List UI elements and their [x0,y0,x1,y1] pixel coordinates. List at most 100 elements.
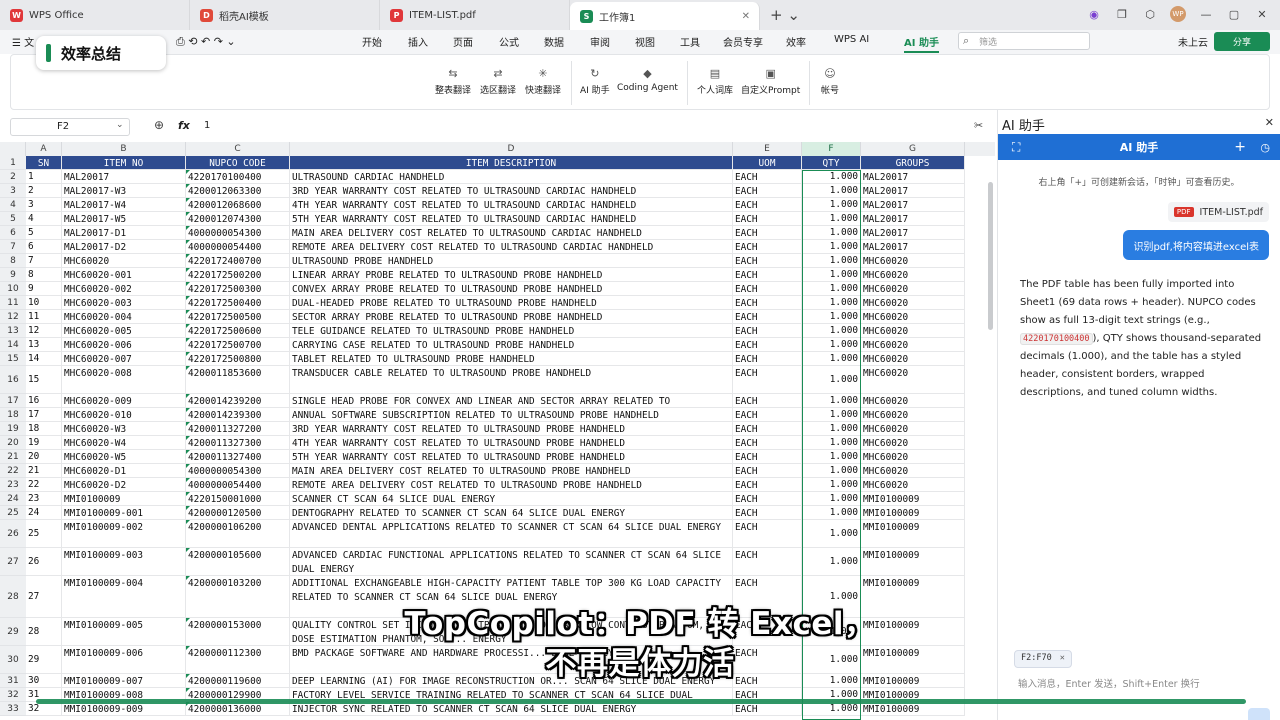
row-number[interactable]: 10 [0,282,26,296]
cell[interactable]: 1.000 [802,394,861,408]
cell[interactable]: MHC60020-002 [62,282,186,296]
cell[interactable]: MHC60020-009 [62,394,186,408]
cell[interactable]: MHC60020 [861,394,965,408]
cell[interactable]: MMI0100009 [62,492,186,506]
cell[interactable]: ULTRASOUND PROBE HANDHELD [290,254,733,268]
row-number[interactable]: 1 [0,156,26,170]
row-number[interactable]: 22 [0,464,26,478]
window-restore-icon[interactable]: ❐ [1114,6,1130,22]
cell[interactable]: MHC60020 [861,478,965,492]
cell[interactable]: 2 [26,184,62,198]
collapse-icon[interactable]: ✂ [974,119,983,132]
menu-data[interactable]: 数据 [544,34,564,49]
column-title[interactable]: ITEM DESCRIPTION [290,156,733,170]
cell[interactable]: MHC60020-D1 [62,464,186,478]
cell[interactable]: MMI0100009 [861,506,965,520]
row-number[interactable]: 5 [0,212,26,226]
row-number[interactable]: 13 [0,324,26,338]
cell[interactable]: 5 [26,226,62,240]
column-header-d[interactable]: D [290,142,733,156]
cell[interactable]: EACH [733,394,802,408]
close-tab-icon[interactable]: ✕ [742,11,750,22]
print-icon[interactable]: ⎙ ⟲ ↶ ↷ ⌄ [176,35,236,49]
window-tab-template[interactable]: D 稻壳AI模板 [190,0,380,30]
cell[interactable]: 1.000 [802,324,861,338]
cell[interactable]: REMOTE AREA DELIVERY COST RELATED TO ULT… [290,478,733,492]
cell[interactable]: EACH [733,170,802,184]
cell[interactable]: 8 [26,268,62,282]
cell[interactable]: 6 [26,240,62,254]
cell[interactable]: TRANSDUCER CABLE RELATED TO ULTRASOUND P… [290,366,733,394]
cell[interactable]: 4000000054400 [186,240,290,254]
cell[interactable]: MAL20017-D2 [62,240,186,254]
menu-ai-assistant[interactable]: AI 助手 [904,34,939,53]
row-number[interactable]: 11 [0,296,26,310]
cell[interactable]: EACH [733,702,802,716]
menu-insert[interactable]: 插入 [408,34,428,49]
cell[interactable]: MAL20017-W4 [62,198,186,212]
cell[interactable]: EACH [733,408,802,422]
cell[interactable]: MHC60020 [861,352,965,366]
name-box[interactable]: F2 [10,118,130,136]
cell[interactable]: 32 [26,702,62,716]
cell[interactable]: 17 [26,408,62,422]
row-number[interactable]: 7 [0,240,26,254]
cell[interactable]: MMI0100009 [861,548,965,576]
row-number[interactable]: 6 [0,226,26,240]
cell[interactable]: EACH [733,254,802,268]
window-tab-workbook[interactable]: S 工作簿1 ✕ [570,2,760,30]
new-chat-icon[interactable]: + [1234,139,1246,155]
cell[interactable]: SECTOR ARRAY PROBE RELATED TO ULTRASOUND… [290,310,733,324]
cell[interactable]: MAL20017-W5 [62,212,186,226]
cell[interactable]: MHC60020 [861,282,965,296]
cell[interactable]: ADVANCED CARDIAC FUNCTIONAL APPLICATIONS… [290,548,733,576]
cell[interactable]: MAL20017 [861,212,965,226]
cell[interactable]: 4200000105600 [186,548,290,576]
cell[interactable]: 1.000 [802,408,861,422]
cell[interactable]: 1 [26,170,62,184]
row-number[interactable]: 3 [0,184,26,198]
cell[interactable]: EACH [733,198,802,212]
row-number[interactable]: 9 [0,268,26,282]
row-number[interactable]: 33 [0,702,26,716]
cell[interactable]: TELE GUIDANCE RELATED TO ULTRASOUND PROB… [290,324,733,338]
cell[interactable]: 4000000054400 [186,478,290,492]
cell[interactable]: EACH [733,492,802,506]
menu-wps-ai[interactable]: WPS AI [834,34,869,45]
cell[interactable]: EACH [733,212,802,226]
cell[interactable]: EACH [733,506,802,520]
cell[interactable]: MAL20017-D1 [62,226,186,240]
cell[interactable]: MHC60020 [861,436,965,450]
row-number[interactable]: 12 [0,310,26,324]
window-tab-wps-office[interactable]: W WPS Office [0,0,190,30]
cell[interactable]: MHC60020-006 [62,338,186,352]
cell[interactable]: REMOTE AREA DELIVERY COST RELATED TO ULT… [290,240,733,254]
cell[interactable]: 1.000 [802,548,861,576]
cell[interactable]: 22 [26,478,62,492]
cell[interactable]: 4200012063300 [186,184,290,198]
cell[interactable]: 26 [26,548,62,576]
cell[interactable]: 10 [26,296,62,310]
cell[interactable]: MHC60020-D2 [62,478,186,492]
cell[interactable]: MHC60020-007 [62,352,186,366]
attachment-chip[interactable]: PDF ITEM-LIST.pdf [1167,202,1269,222]
cell[interactable]: 4220172500500 [186,310,290,324]
cell[interactable]: 1.000 [802,520,861,548]
cell[interactable]: 1.000 [802,464,861,478]
cell[interactable]: MMI0100009-009 [62,702,186,716]
cell[interactable]: 3RD YEAR WARRANTY COST RELATED TO ULTRAS… [290,422,733,436]
search-input[interactable]: 筛选 [958,32,1090,50]
menu-home[interactable]: 开始 [362,34,382,49]
cell[interactable]: MHC60020 [861,464,965,478]
cell[interactable]: INJECTOR SYNC RELATED TO SCANNER CT SCAN… [290,702,733,716]
cell[interactable]: EACH [733,450,802,464]
cell[interactable]: MMI0100009-001 [62,506,186,520]
minimize-button[interactable]: — [1198,6,1214,22]
cell[interactable]: 4220172400700 [186,254,290,268]
new-tab-icon[interactable]: + ⌄ [770,6,800,24]
row-number[interactable]: 15 [0,352,26,366]
row-number[interactable]: 24 [0,492,26,506]
cell[interactable]: MMI0100009 [861,702,965,716]
quick-translate-button[interactable]: ✳ 快速翻译 [525,67,561,96]
cell[interactable]: 4200011327300 [186,436,290,450]
